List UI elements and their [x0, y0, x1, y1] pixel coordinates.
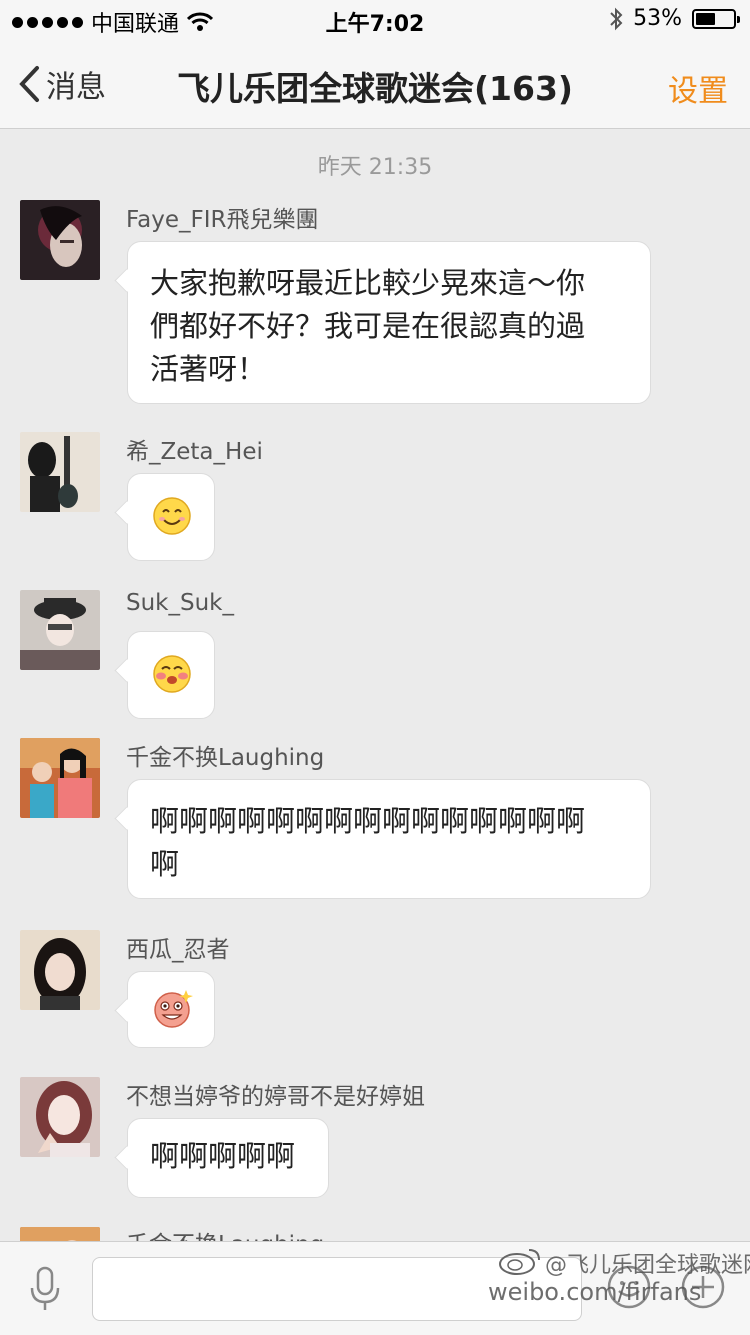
battery-icon	[692, 8, 740, 29]
battery-percent: 53%	[633, 6, 682, 31]
sender-name: 千金不换Laughing	[126, 1225, 324, 1241]
message-bubble[interactable]: 啊啊啊啊啊	[127, 1118, 329, 1198]
battery-fill	[696, 12, 715, 25]
sender-name: 不想当婷爷的婷哥不是好婷姐	[126, 1084, 425, 1110]
watermark-url: weibo.com/firfans	[488, 1278, 702, 1306]
sender-name: Suk_Suk_	[126, 590, 234, 616]
bluetooth-icon	[610, 7, 623, 30]
smile-emoji-icon	[153, 497, 191, 535]
status-bar: 中国联通 上午7:02 53%	[0, 0, 750, 40]
avatar[interactable]	[20, 930, 100, 1010]
blush-emoji-icon	[153, 655, 191, 693]
message-text-line: 啊	[150, 847, 180, 881]
chat-timestamp: 昨天 21:35	[317, 155, 433, 180]
message-bubble[interactable]	[127, 631, 215, 719]
sender-name: 希_Zeta_Hei	[126, 439, 263, 465]
avatar[interactable]	[20, 200, 100, 280]
message-text-line: 大家抱歉呀最近比較少晃來這～你	[150, 266, 586, 300]
message-bubble[interactable]	[127, 971, 215, 1048]
avatar[interactable]	[20, 738, 100, 818]
message-text-line: 活著呀！	[150, 352, 267, 386]
message-text-line: 啊啊啊啊啊	[150, 1139, 296, 1173]
message-bubble[interactable]: 啊啊啊啊啊啊啊啊啊啊啊啊啊啊啊 啊	[127, 779, 651, 899]
settings-button[interactable]: 设置	[668, 66, 728, 110]
pink-excited-emoji-icon	[154, 990, 193, 1028]
input-bar: @飞儿乐团全球歌迷网 weibo.com/firfans	[0, 1241, 750, 1335]
message-bubble[interactable]	[127, 473, 215, 561]
page-title: 飞儿乐团全球歌迷会(163)	[176, 69, 574, 108]
message-bubble[interactable]: 大家抱歉呀最近比較少晃來這～你 們都好不好？我可是在很認真的過 活著呀！	[127, 241, 651, 404]
message-text-line: 啊啊啊啊啊啊啊啊啊啊啊啊啊啊啊	[150, 804, 586, 838]
sender-name: 千金不换Laughing	[126, 745, 325, 771]
message-text-line: 們都好不好？我可是在很認真的過	[150, 309, 586, 343]
avatar[interactable]	[20, 590, 100, 670]
sender-name: 西瓜_忍者	[126, 937, 230, 963]
avatar[interactable]	[20, 1077, 100, 1157]
microphone-icon[interactable]	[28, 1266, 62, 1312]
chat-list[interactable]: 昨天 21:35 Faye_FIR飛兒樂團 大家抱歉呀最近比較少晃來這～你 們都…	[0, 129, 750, 1241]
nav-bar: 消息 飞儿乐团全球歌迷会(163) 设置	[0, 40, 750, 129]
weibo-logo-icon	[499, 1249, 540, 1275]
avatar[interactable]	[20, 1227, 100, 1241]
avatar[interactable]	[20, 432, 100, 512]
sender-name: Faye_FIR飛兒樂團	[126, 207, 319, 233]
watermark-account: @飞儿乐团全球歌迷网	[545, 1253, 750, 1278]
